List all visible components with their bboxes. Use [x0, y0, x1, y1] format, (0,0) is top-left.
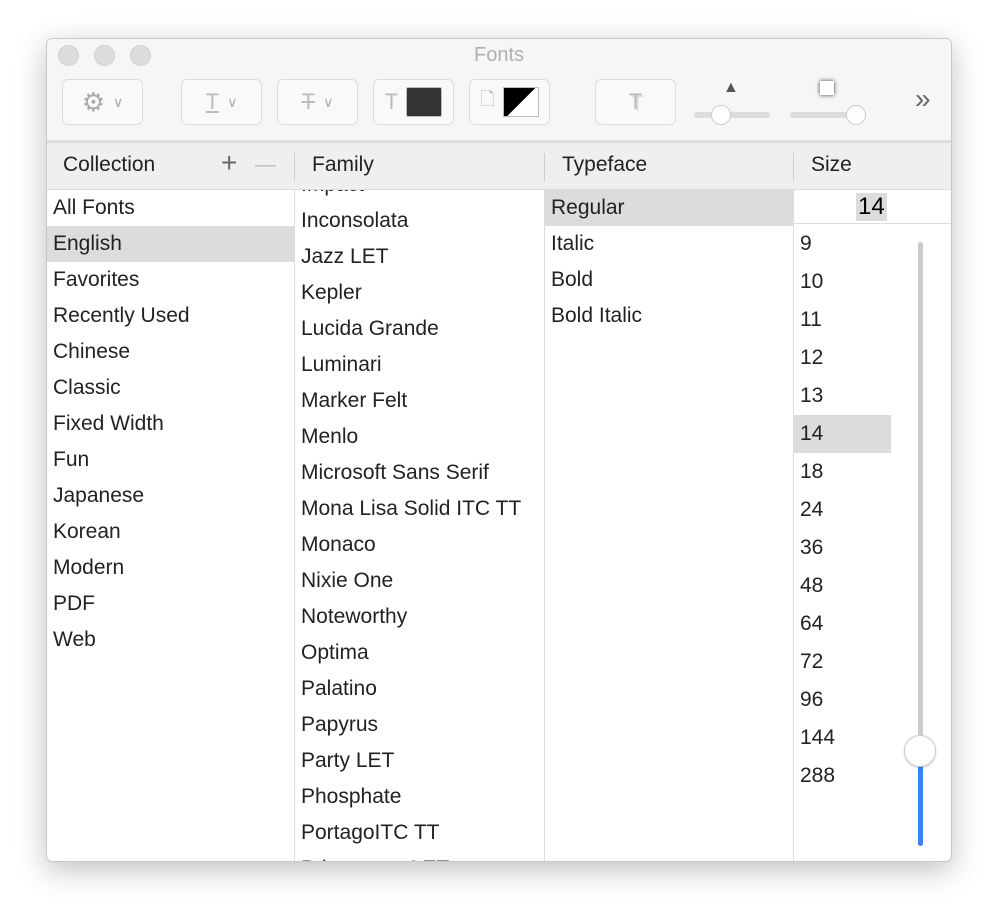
shadow-blur-thumb[interactable]: [846, 105, 866, 125]
size-panel: 14 9 10 11 12 13 14 18 24 36 48 64 72 96 144 288: [794, 190, 951, 861]
family-item[interactable]: Inconsolata: [295, 203, 544, 239]
document-color-swatch: [502, 87, 539, 117]
typeface-header: Typeface: [562, 153, 648, 176]
shadow-opacity-thumb[interactable]: [711, 105, 731, 125]
size-item[interactable]: 10: [794, 263, 891, 301]
chevron-down-icon: ∨: [227, 93, 238, 110]
size-item[interactable]: 24: [794, 491, 891, 529]
collection-item[interactable]: Korean: [47, 514, 294, 550]
remove-collection-button[interactable]: —: [255, 153, 276, 177]
divider: [294, 153, 295, 181]
fonts-window: Fonts ⚙ ∨ T ∨ T ∨ T 🗋 T ▲ » Collection + — …: [46, 38, 952, 862]
family-header: Family: [312, 153, 374, 176]
size-item[interactable]: 288: [794, 757, 891, 795]
chevron-down-icon: ∨: [113, 93, 124, 110]
size-item[interactable]: 14: [794, 415, 891, 453]
more-toolbar-button[interactable]: »: [915, 83, 931, 115]
collection-item[interactable]: Chinese: [47, 334, 294, 370]
shadow-text-icon: T: [628, 89, 643, 114]
family-item[interactable]: Microsoft Sans Serif: [295, 455, 544, 491]
family-item[interactable]: Palatino: [295, 671, 544, 707]
family-item[interactable]: Marker Felt: [295, 383, 544, 419]
title-bar: Fonts ⚙ ∨ T ∨ T ∨ T 🗋 T ▲ »: [47, 39, 951, 143]
size-item[interactable]: 11: [794, 301, 891, 339]
family-item[interactable]: Phosphate: [295, 779, 544, 815]
gear-icon: ⚙: [81, 86, 106, 117]
shadow-opacity-icon: ▲: [723, 79, 739, 96]
action-menu-button[interactable]: ⚙ ∨: [62, 79, 143, 125]
size-item[interactable]: 12: [794, 339, 891, 377]
family-item[interactable]: Monaco: [295, 527, 544, 563]
family-item[interactable]: Menlo: [295, 419, 544, 455]
chevron-down-icon: ∨: [323, 93, 334, 110]
collection-item[interactable]: Web: [47, 622, 294, 658]
typeface-list: Regular Italic Bold Bold Italic: [545, 190, 794, 861]
size-item[interactable]: 64: [794, 605, 891, 643]
collection-item[interactable]: Classic: [47, 370, 294, 406]
collection-item[interactable]: Recently Used: [47, 298, 294, 334]
collection-list: All Fonts English Favorites Recently Used Ch…: [47, 190, 295, 861]
size-item[interactable]: 144: [794, 719, 891, 757]
size-item[interactable]: 18: [794, 453, 891, 491]
collection-item[interactable]: Favorites: [47, 262, 294, 298]
collection-item[interactable]: English: [47, 226, 294, 262]
column-headers: Collection + — Family Typeface Size: [47, 143, 951, 190]
family-item[interactable]: Jazz LET: [295, 239, 544, 275]
family-list: ImpactInconsolataJazz LETKeplerLucida Gr…: [295, 190, 545, 861]
text-color-swatch: [406, 87, 443, 117]
family-item[interactable]: Lucida Grande: [295, 311, 544, 347]
family-item[interactable]: Papyrus: [295, 707, 544, 743]
family-item[interactable]: Noteworthy: [295, 599, 544, 635]
typeface-item[interactable]: Regular: [545, 190, 793, 226]
family-item[interactable]: Luminari: [295, 347, 544, 383]
family-item[interactable]: Party LET: [295, 743, 544, 779]
collection-header: Collection: [63, 153, 156, 176]
family-item[interactable]: Princetown LET: [295, 851, 544, 861]
collection-item[interactable]: All Fonts: [47, 190, 294, 226]
collection-item[interactable]: Japanese: [47, 478, 294, 514]
size-slider-thumb[interactable]: [904, 735, 936, 767]
underline-button[interactable]: T ∨: [181, 79, 262, 125]
size-item[interactable]: 13: [794, 377, 891, 415]
shadow-blur-icon: [820, 81, 834, 95]
family-item[interactable]: Impact: [295, 190, 544, 203]
collection-item[interactable]: Fun: [47, 442, 294, 478]
divider: [544, 153, 545, 181]
typeface-item[interactable]: Bold: [545, 262, 793, 298]
document-color-button[interactable]: 🗋: [469, 79, 550, 125]
size-item[interactable]: 96: [794, 681, 891, 719]
typeface-item[interactable]: Bold Italic: [545, 298, 793, 334]
family-item[interactable]: Kepler: [295, 275, 544, 311]
underline-icon: T: [205, 89, 220, 114]
window-title: Fonts: [473, 44, 525, 66]
collection-item[interactable]: PDF: [47, 586, 294, 622]
family-item[interactable]: Optima: [295, 635, 544, 671]
typeface-item[interactable]: Italic: [545, 226, 793, 262]
text-color-button[interactable]: T: [373, 79, 454, 125]
text-icon: T: [384, 89, 399, 114]
family-item[interactable]: Nixie One: [295, 563, 544, 599]
size-item[interactable]: 48: [794, 567, 891, 605]
document-icon: 🗋: [480, 89, 495, 109]
size-item[interactable]: 36: [794, 529, 891, 567]
family-item[interactable]: Mona Lisa Solid ITC TT: [295, 491, 544, 527]
divider: [793, 153, 794, 181]
collection-item[interactable]: Modern: [47, 550, 294, 586]
strikethrough-button[interactable]: T ∨: [277, 79, 358, 125]
shadow-opacity-slider[interactable]: [694, 112, 770, 118]
collection-item[interactable]: Fixed Width: [47, 406, 294, 442]
size-item[interactable]: 9: [794, 225, 891, 263]
strikethrough-icon: T: [301, 89, 316, 114]
family-item[interactable]: PortagoITC TT: [295, 815, 544, 851]
size-item[interactable]: 72: [794, 643, 891, 681]
size-input[interactable]: 14: [794, 190, 951, 224]
text-shadow-button[interactable]: T: [595, 79, 676, 125]
size-input-value: 14: [856, 193, 887, 221]
size-header: Size: [811, 153, 852, 176]
add-collection-button[interactable]: +: [221, 147, 237, 179]
